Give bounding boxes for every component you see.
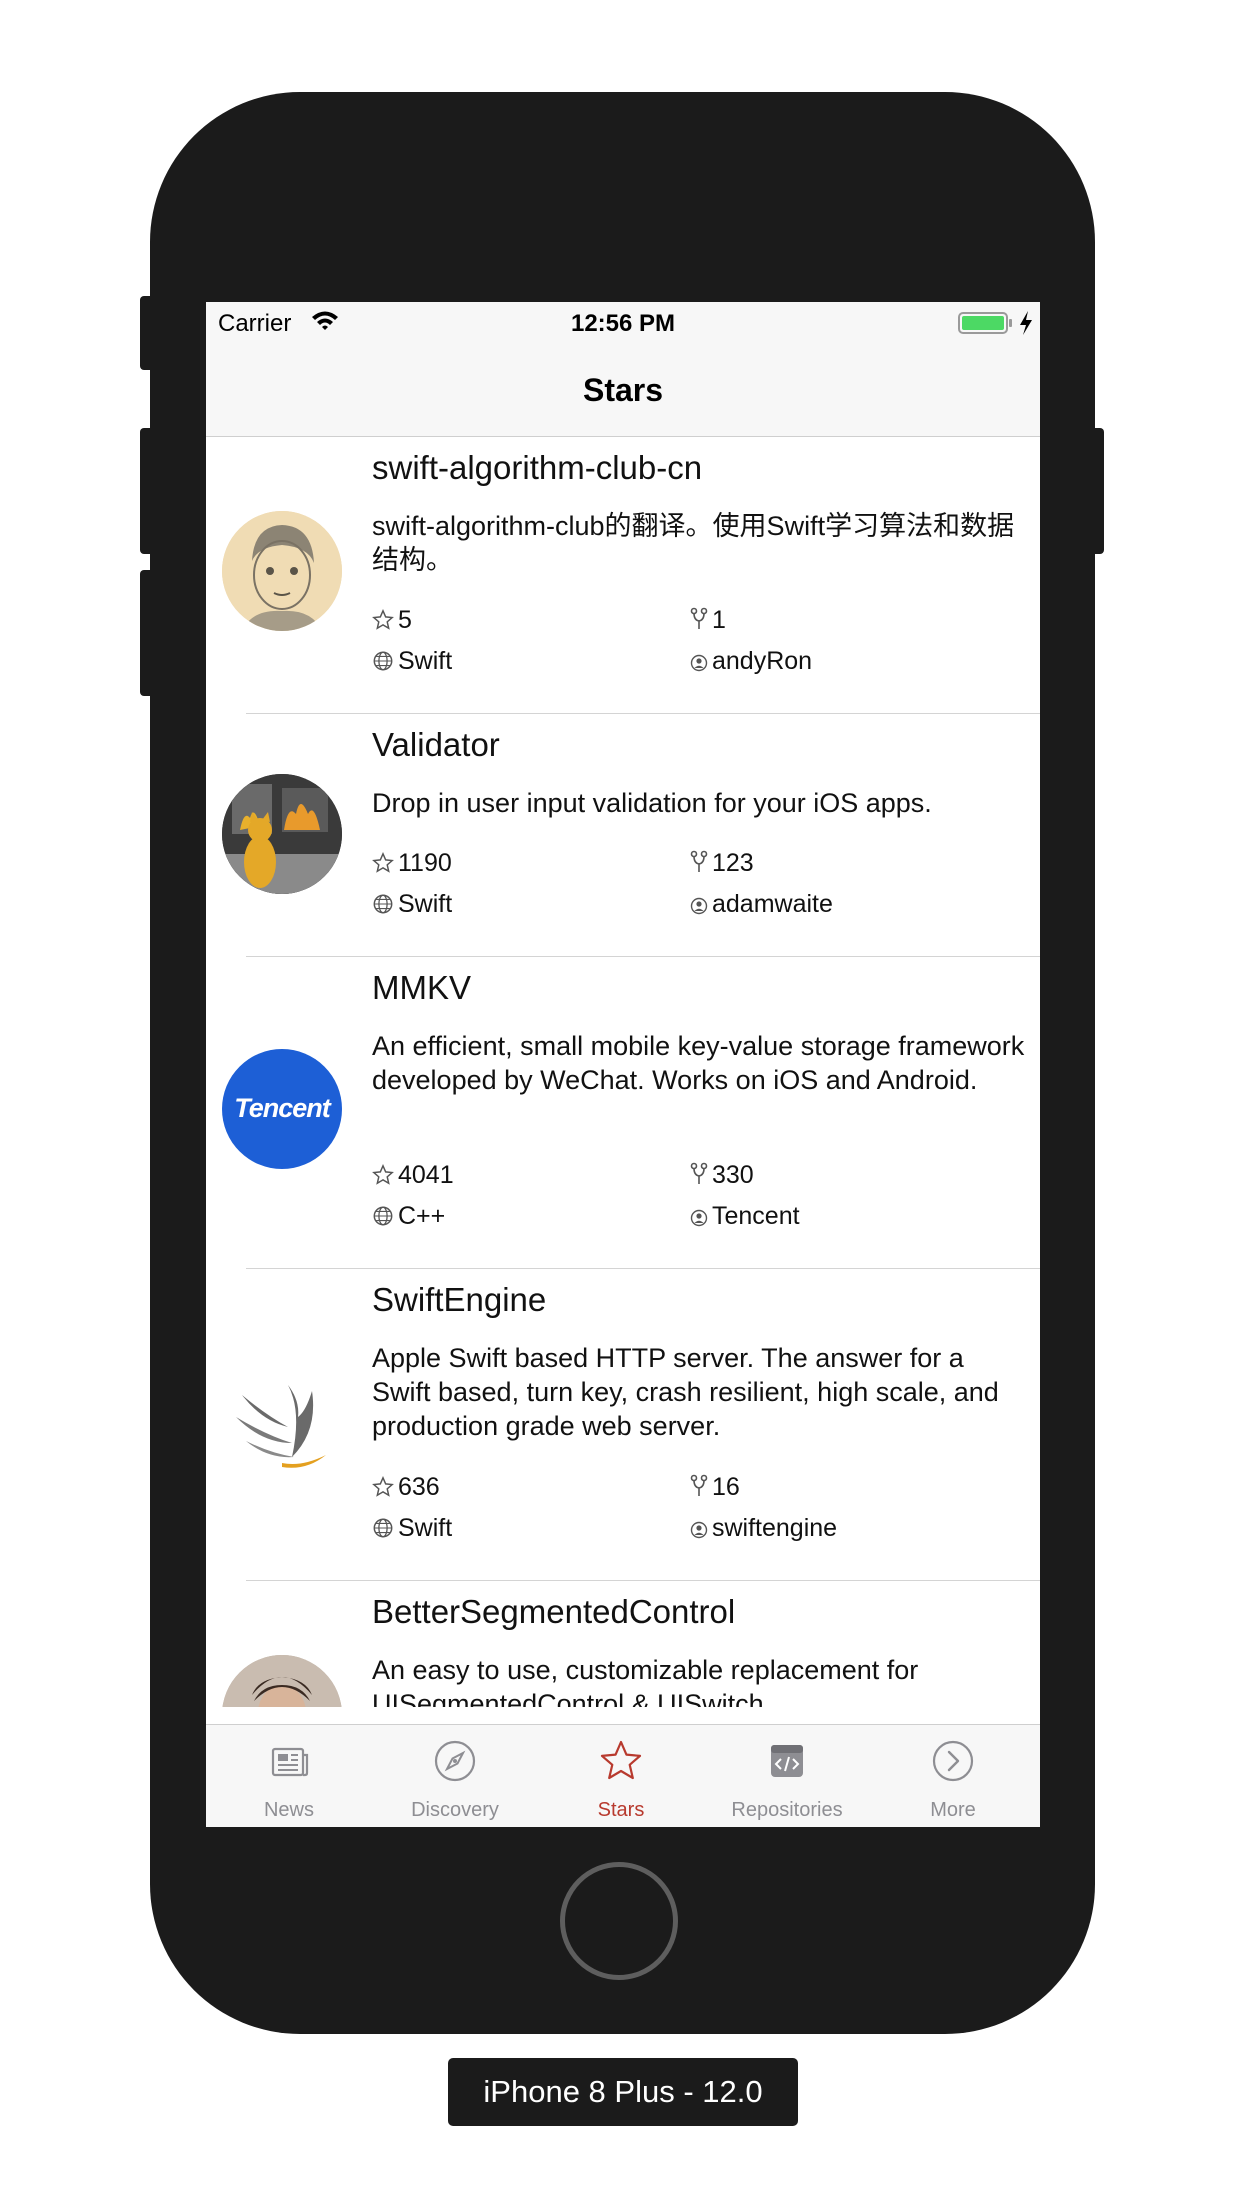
globe-icon bbox=[373, 651, 393, 671]
tab-news[interactable]: News bbox=[206, 1725, 372, 1827]
tab-label: Repositories bbox=[731, 1799, 843, 1821]
repo-cell[interactable]: Tencent MMKV An efficient, small mobile … bbox=[206, 957, 1040, 1269]
repo-cell[interactable]: BetterSegmentedControl An easy to use, c… bbox=[206, 1581, 1040, 1707]
person-photo-avatar bbox=[222, 1655, 342, 1707]
device-label: iPhone 8 Plus - 12.0 bbox=[448, 2058, 798, 2126]
person-icon bbox=[690, 897, 708, 915]
repo-language-label: Swift bbox=[398, 1514, 453, 1542]
repo-owner: Tencent bbox=[690, 1202, 800, 1231]
charging-bolt-icon bbox=[1020, 311, 1032, 335]
person-icon bbox=[690, 1521, 708, 1539]
battery-icon bbox=[958, 312, 1012, 334]
repo-owner-label: andyRon bbox=[712, 647, 813, 675]
repo-cell[interactable]: SwiftEngine Apple Swift based HTTP serve… bbox=[206, 1269, 1040, 1581]
repo-description: Apple Swift based HTTP server. The answe… bbox=[372, 1343, 999, 1441]
compass-icon bbox=[434, 1740, 476, 1782]
repo-language-label: C++ bbox=[398, 1202, 446, 1230]
repo-name: swift-algorithm-club-cn bbox=[372, 449, 703, 486]
repo-cell[interactable]: Validator Drop in user input validation … bbox=[206, 714, 1040, 957]
chevron-circle-icon bbox=[932, 1740, 974, 1782]
repo-language: Swift bbox=[372, 890, 452, 919]
repo-description: An easy to use, customizable replacement… bbox=[372, 1655, 919, 1707]
repo-stars-count: 1190 bbox=[398, 849, 452, 877]
swiftengine-wing-avatar bbox=[222, 1361, 342, 1481]
cat-fire-avatar bbox=[222, 774, 342, 894]
repo-owner-label: Tencent bbox=[712, 1202, 800, 1230]
person-icon bbox=[690, 1209, 708, 1227]
repo-stars-count: 4041 bbox=[398, 1161, 454, 1189]
globe-icon bbox=[373, 1518, 393, 1538]
code-box-icon bbox=[771, 1745, 803, 1777]
repo-owner: swiftengine bbox=[690, 1514, 837, 1543]
repo-language: Swift bbox=[372, 647, 452, 676]
tab-more[interactable]: More bbox=[870, 1725, 1036, 1827]
star-icon bbox=[600, 1740, 642, 1780]
repo-forks-count: 1 bbox=[712, 606, 726, 634]
fork-icon bbox=[690, 850, 708, 872]
tab-repositories[interactable]: Repositories bbox=[704, 1725, 870, 1827]
tab-discovery[interactable]: Discovery bbox=[372, 1725, 538, 1827]
repo-owner-label: adamwaite bbox=[712, 890, 833, 918]
fork-icon bbox=[690, 1162, 708, 1184]
repo-description: An efficient, small mobile key-value sto… bbox=[372, 1031, 1025, 1095]
tab-label: More bbox=[930, 1799, 976, 1821]
repo-stars: 4041 bbox=[372, 1161, 454, 1190]
tab-bar: News Discovery Stars Repositories More bbox=[206, 1724, 1040, 1827]
repo-forks: 16 bbox=[690, 1473, 740, 1502]
sketch-portrait-avatar bbox=[222, 511, 342, 631]
repo-owner-label: swiftengine bbox=[712, 1514, 838, 1542]
repo-name: MMKV bbox=[372, 969, 471, 1006]
fork-icon bbox=[690, 1474, 708, 1496]
repo-name: BetterSegmentedControl bbox=[372, 1593, 736, 1630]
screen: Carrier 12:56 PM Stars swift-algorithm-c… bbox=[206, 302, 1040, 1827]
repo-forks-count: 123 bbox=[712, 849, 754, 877]
repo-stars: 636 bbox=[372, 1473, 440, 1502]
newspaper-icon bbox=[271, 1747, 309, 1777]
person-icon bbox=[690, 654, 708, 672]
star-outline-icon bbox=[372, 1476, 394, 1497]
repo-cell[interactable]: swift-algorithm-club-cn swift-algorithm-… bbox=[206, 437, 1040, 714]
star-outline-icon bbox=[372, 609, 394, 630]
repo-description: Drop in user input validation for your i… bbox=[372, 788, 932, 818]
home-button[interactable] bbox=[560, 1862, 678, 1980]
tencent-logo-avatar: Tencent bbox=[222, 1049, 342, 1169]
repo-forks: 1 bbox=[690, 606, 726, 635]
repo-forks: 123 bbox=[690, 849, 754, 878]
repo-forks: 330 bbox=[690, 1161, 754, 1190]
repo-name: Validator bbox=[372, 726, 500, 763]
globe-icon bbox=[373, 894, 393, 914]
starred-repos-list[interactable]: swift-algorithm-club-cn swift-algorithm-… bbox=[206, 437, 1040, 1707]
repo-name: SwiftEngine bbox=[372, 1281, 547, 1318]
page-title: Stars bbox=[582, 372, 664, 408]
status-bar: Carrier 12:56 PM bbox=[206, 302, 1040, 346]
navigation-bar: Stars bbox=[206, 346, 1040, 437]
repo-stars-count: 636 bbox=[398, 1473, 440, 1501]
tab-label: Discovery bbox=[411, 1799, 499, 1821]
repo-stars: 5 bbox=[372, 606, 412, 635]
globe-icon bbox=[373, 1206, 393, 1226]
tab-stars[interactable]: Stars bbox=[538, 1725, 704, 1827]
repo-language-label: Swift bbox=[398, 890, 453, 918]
status-time: 12:56 PM bbox=[570, 310, 676, 337]
repo-description: swift-algorithm-club的翻译。使用Swift学习算法和数据结构… bbox=[372, 511, 1015, 575]
repo-forks-count: 16 bbox=[712, 1473, 740, 1501]
repo-forks-count: 330 bbox=[712, 1161, 754, 1189]
repo-language: C++ bbox=[372, 1202, 445, 1231]
star-outline-icon bbox=[372, 1164, 394, 1185]
repo-stars: 1190 bbox=[372, 849, 452, 878]
repo-owner: adamwaite bbox=[690, 890, 833, 919]
tab-label: Stars bbox=[597, 1799, 645, 1821]
star-outline-icon bbox=[372, 852, 394, 873]
repo-owner: andyRon bbox=[690, 647, 812, 676]
fork-icon bbox=[690, 607, 708, 629]
tencent-logo-text: Tencent bbox=[234, 1093, 331, 1123]
tab-label: News bbox=[263, 1799, 314, 1821]
repo-stars-count: 5 bbox=[398, 606, 412, 634]
repo-language: Swift bbox=[372, 1514, 452, 1543]
repo-language-label: Swift bbox=[398, 647, 453, 675]
